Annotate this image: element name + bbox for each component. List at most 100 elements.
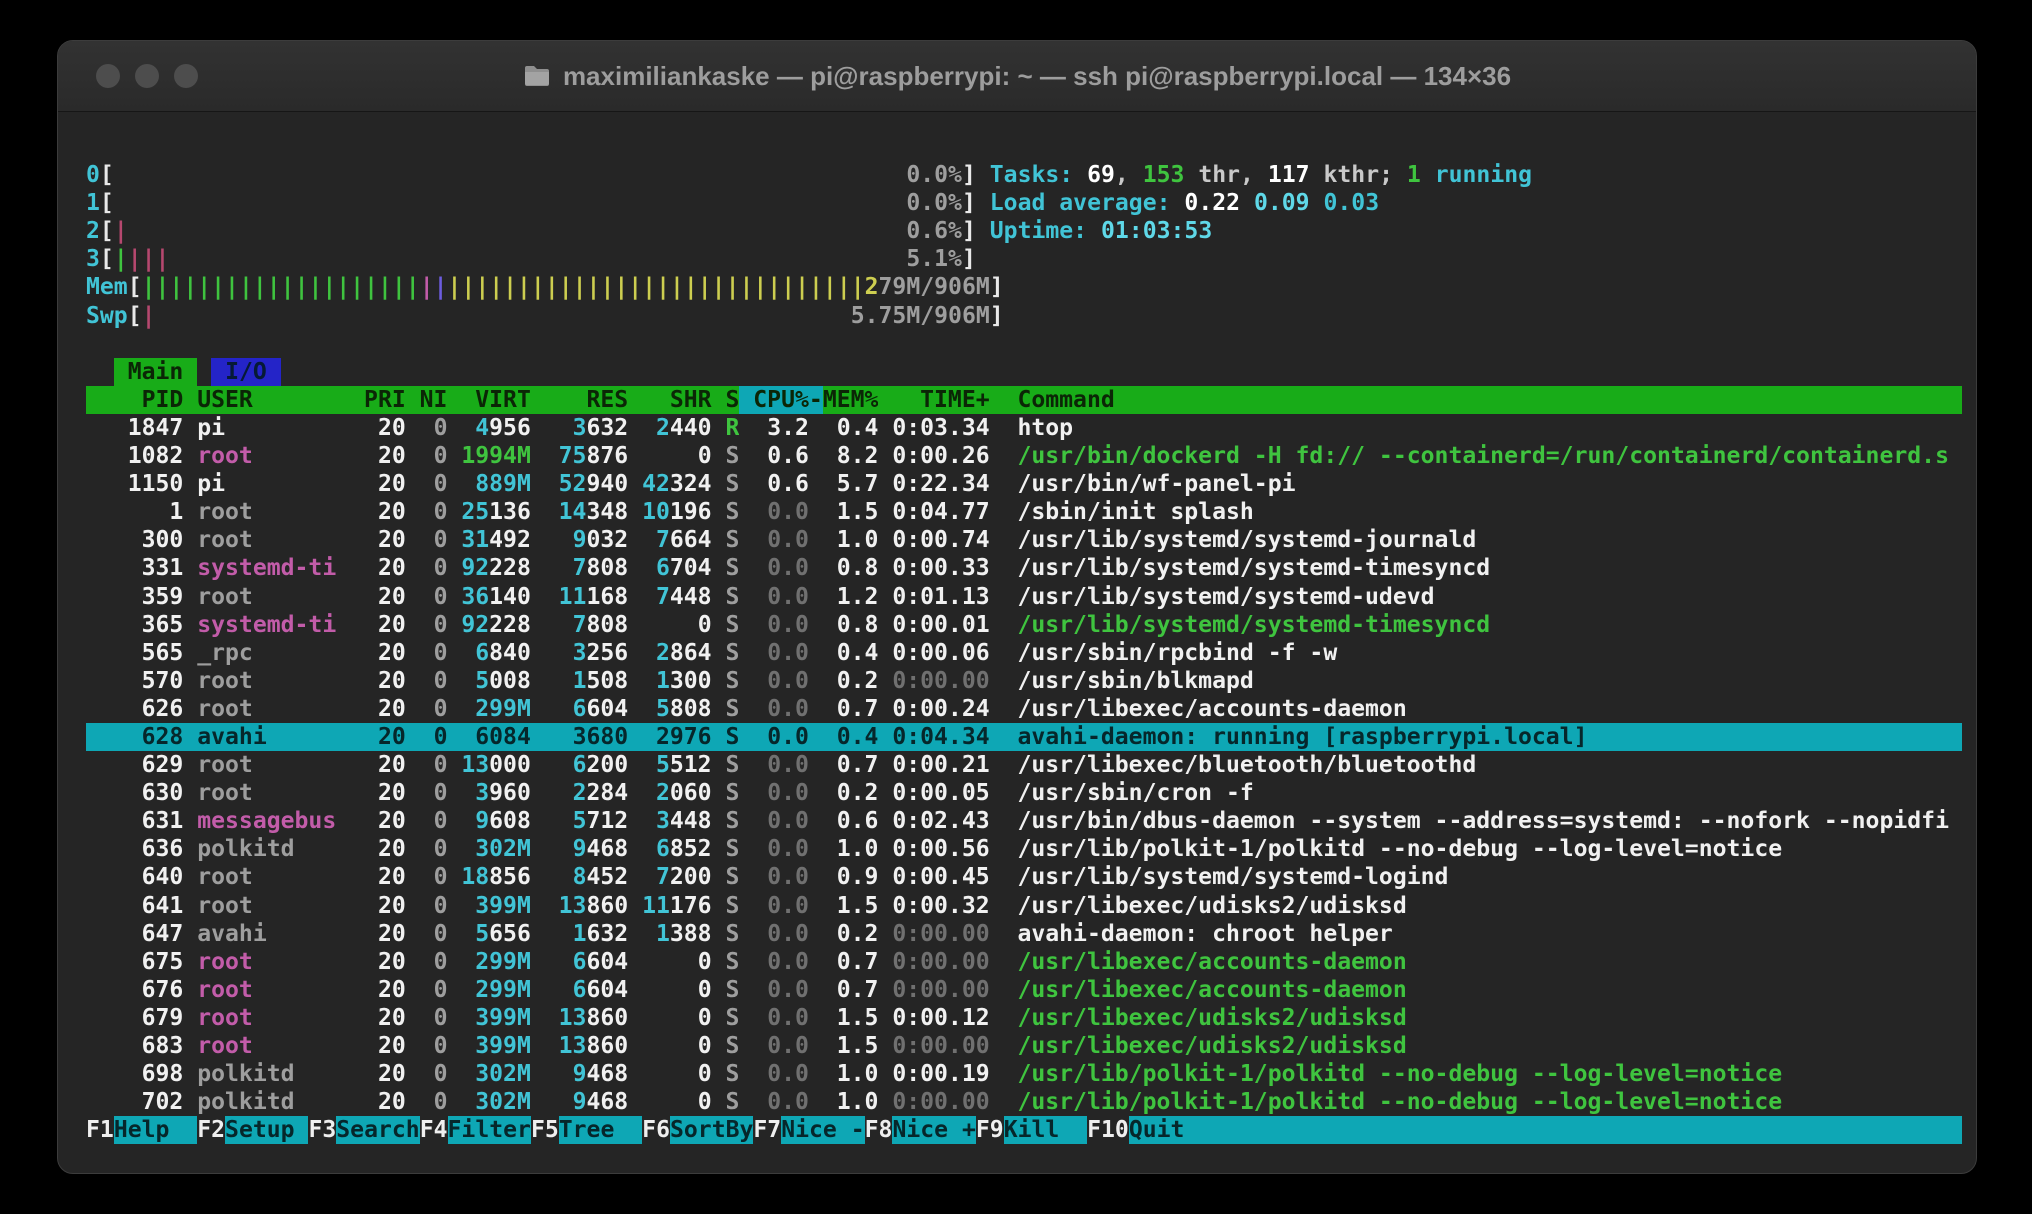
- process-row[interactable]: 640root2001885684527200S0.00.90:00.45/us…: [86, 863, 1962, 891]
- process-pid: 698: [86, 1060, 183, 1088]
- process-row[interactable]: 683root200399M138600S0.01.50:00.00/usr/l…: [86, 1032, 1962, 1060]
- process-mem: 0.2: [809, 920, 879, 948]
- process-shr: 7664: [628, 526, 711, 554]
- column-header-user[interactable]: USER: [183, 386, 336, 414]
- process-shr: 2440: [628, 414, 711, 442]
- column-header-res[interactable]: RES: [531, 386, 628, 414]
- process-cpu: 0.0: [739, 667, 809, 695]
- process-res: 13860: [531, 1004, 628, 1032]
- process-row[interactable]: 698polkitd200302M94680S0.01.00:00.19/usr…: [86, 1060, 1962, 1088]
- process-row[interactable]: 1150pi200889M5294042324S0.65.70:22.34/us…: [86, 470, 1962, 498]
- process-row[interactable]: 300root2003149290327664S0.01.00:00.74/us…: [86, 526, 1962, 554]
- process-row[interactable]: 365systemd-ti2009222878080S0.00.80:00.01…: [86, 611, 1962, 639]
- fkey-f8[interactable]: F8Nice +: [865, 1116, 976, 1144]
- shr-part: 664: [670, 526, 712, 554]
- res-part: 632: [586, 414, 628, 442]
- process-cpu: 0.0: [739, 1032, 809, 1060]
- process-row[interactable]: 630root200396022842060S0.00.20:00.05/usr…: [86, 779, 1962, 807]
- virt-part: 25: [461, 498, 489, 526]
- tab-pad: [267, 358, 281, 386]
- column-header-ni[interactable]: NI: [406, 386, 448, 414]
- column-header-cmd[interactable]: Command: [990, 386, 1962, 414]
- column-header-time[interactable]: TIME+: [878, 386, 989, 414]
- process-row[interactable]: 565_rpc200684032562864S0.00.40:00.06/usr…: [86, 639, 1962, 667]
- process-row[interactable]: 629root2001300062005512S0.00.70:00.21/us…: [86, 751, 1962, 779]
- res-part: 808: [586, 554, 628, 582]
- process-row[interactable]: 1082root2001994M758760S0.68.20:00.26/usr…: [86, 442, 1962, 470]
- res-part: 604: [586, 948, 628, 976]
- process-res: 8452: [531, 863, 628, 891]
- res-part: 468: [586, 1088, 628, 1116]
- process-row[interactable]: 702polkitd200302M94680S0.01.00:00.00/usr…: [86, 1088, 1962, 1116]
- process-user: root: [183, 442, 336, 470]
- column-header-cpu[interactable]: CPU%: [739, 386, 809, 414]
- fkey-f1[interactable]: F1Help: [86, 1116, 197, 1144]
- process-row[interactable]: 675root200299M66040S0.00.70:00.00/usr/li…: [86, 948, 1962, 976]
- process-time: 0:00.06: [878, 639, 989, 667]
- tab-main[interactable]: Main: [114, 358, 197, 386]
- title-bar[interactable]: maximiliankaske — pi@raspberrypi: ~ — ss…: [58, 41, 1976, 112]
- process-state: S: [712, 779, 740, 807]
- process-time: 0:00.00: [878, 667, 989, 695]
- process-state: S: [712, 976, 740, 1004]
- process-pid: 1847: [86, 414, 183, 442]
- column-header-pid[interactable]: PID: [86, 386, 183, 414]
- process-virt: 6840: [447, 639, 530, 667]
- process-shr: 2060: [628, 779, 711, 807]
- column-header-mem[interactable]: -MEM%: [809, 386, 879, 414]
- column-header-virt[interactable]: VIRT: [447, 386, 530, 414]
- fkey-f3[interactable]: F3Search: [308, 1116, 419, 1144]
- res-part: 284: [586, 779, 628, 807]
- process-state: S: [712, 554, 740, 582]
- process-command: /usr/sbin/cron -f: [990, 779, 1962, 807]
- close-button[interactable]: [96, 64, 120, 88]
- function-key-bar: F1Help F2Setup F3SearchF4FilterF5Tree F6…: [86, 1116, 1962, 1144]
- shr-part: 976: [670, 723, 712, 751]
- fkey-f9[interactable]: F9Kill: [976, 1116, 1087, 1144]
- process-row[interactable]: 676root200299M66040S0.00.70:00.00/usr/li…: [86, 976, 1962, 1004]
- process-row[interactable]: 647avahi200565616321388S0.00.20:00.00ava…: [86, 920, 1962, 948]
- info-segment: Load average:: [990, 189, 1185, 217]
- process-user: avahi: [183, 920, 336, 948]
- column-header-s[interactable]: S: [712, 386, 740, 414]
- res-part: 52: [559, 470, 587, 498]
- process-row[interactable]: 628avahi200608436802976S0.00.40:04.34ava…: [86, 723, 1962, 751]
- process-row[interactable]: 570root200500815081300S0.00.20:00.00/usr…: [86, 667, 1962, 695]
- process-mem: 0.4: [809, 414, 879, 442]
- process-row[interactable]: 679root200399M138600S0.01.50:00.12/usr/l…: [86, 1004, 1962, 1032]
- process-user: root: [183, 779, 336, 807]
- process-row[interactable]: 631messagebus200960857123448S0.00.60:02.…: [86, 807, 1962, 835]
- process-row[interactable]: 636polkitd200302M94686852S0.01.00:00.56/…: [86, 835, 1962, 863]
- process-row[interactable]: 626root200299M66045808S0.00.70:00.24/usr…: [86, 695, 1962, 723]
- sort-indicator: -: [809, 386, 823, 414]
- fkey-f7[interactable]: F7Nice -: [753, 1116, 864, 1144]
- process-user: polkitd: [183, 1060, 336, 1088]
- fkey-f6[interactable]: F6SortBy: [642, 1116, 753, 1144]
- column-header-pri[interactable]: PRI: [336, 386, 406, 414]
- fkey-f2[interactable]: F2Setup: [197, 1116, 308, 1144]
- fkey-f4[interactable]: F4Filter: [420, 1116, 531, 1144]
- process-row[interactable]: 331systemd-ti2009222878086704S0.00.80:00…: [86, 554, 1962, 582]
- shr-part: 0: [698, 611, 712, 639]
- process-row[interactable]: 1root200251361434810196S0.01.50:04.77/sb…: [86, 498, 1962, 526]
- process-pid: 675: [86, 948, 183, 976]
- meter-open-bracket: [: [128, 273, 142, 301]
- process-res: 75876: [531, 442, 628, 470]
- fkey-f10[interactable]: F10Quit: [1087, 1116, 1184, 1144]
- process-ni: 0: [406, 863, 448, 891]
- process-row[interactable]: 359root20036140111687448S0.01.20:01.13/u…: [86, 583, 1962, 611]
- minimize-button[interactable]: [135, 64, 159, 88]
- process-row[interactable]: 641root200399M1386011176S0.01.50:00.32/u…: [86, 892, 1962, 920]
- process-ni: 0: [406, 1032, 448, 1060]
- tab-io[interactable]: I/O: [211, 358, 281, 386]
- virt-part: 228: [489, 611, 531, 639]
- meter-row-2: 2[| 0.6%] Uptime: 01:03:53: [86, 217, 1962, 245]
- zoom-button[interactable]: [174, 64, 198, 88]
- column-header-shr[interactable]: SHR: [628, 386, 711, 414]
- process-pid: 365: [86, 611, 183, 639]
- res-part: 6: [573, 976, 587, 1004]
- fkey-f5[interactable]: F5Tree: [531, 1116, 642, 1144]
- info-segment: 69: [1087, 161, 1115, 189]
- terminal-window: maximiliankaske — pi@raspberrypi: ~ — ss…: [57, 40, 1977, 1174]
- process-row[interactable]: 1847pi200495636322440R3.20.40:03.34htop: [86, 414, 1962, 442]
